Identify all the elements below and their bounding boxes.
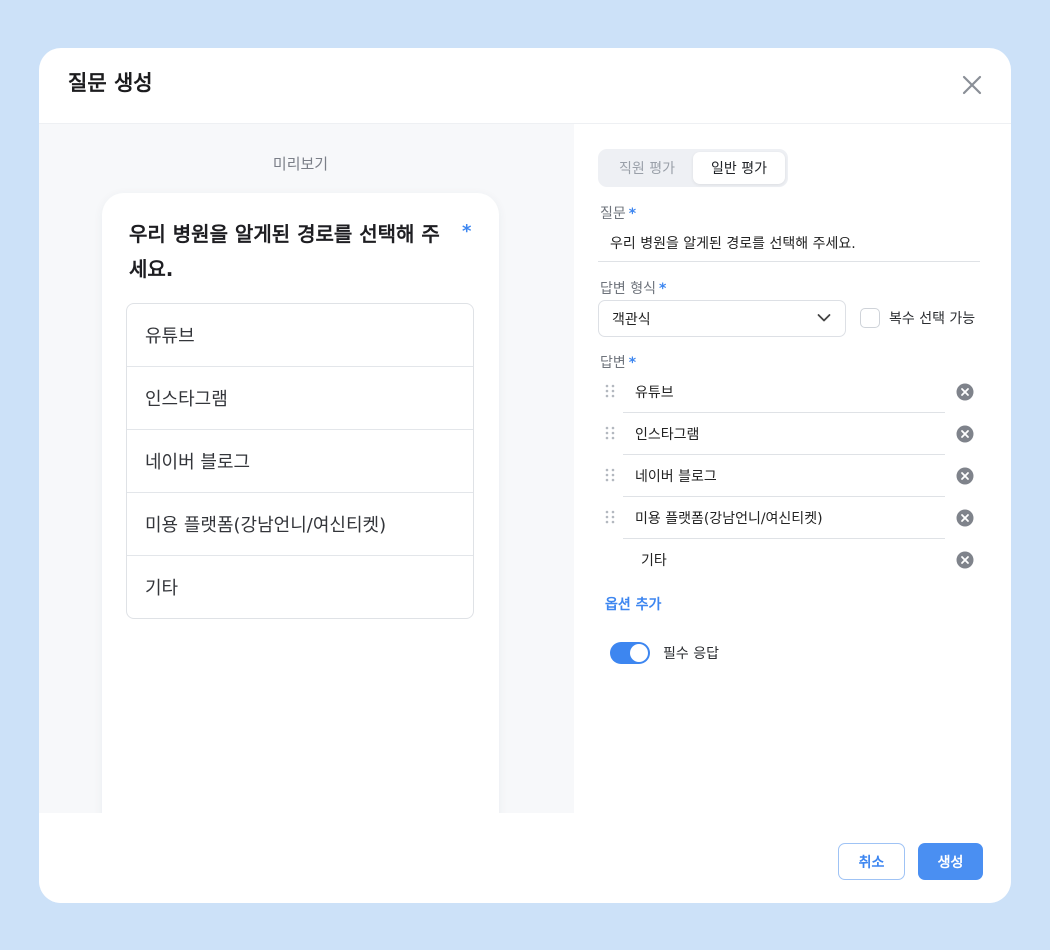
answer-input[interactable] bbox=[623, 455, 945, 497]
preview-card: 우리 병원을 알게된 경로를 선택해 주세요. * 유튜브 인스타그램 네이버 … bbox=[102, 193, 499, 843]
preview-option[interactable]: 유튜브 bbox=[127, 304, 473, 367]
answer-row-other bbox=[604, 539, 980, 581]
preview-option[interactable]: 네이버 블로그 bbox=[127, 430, 473, 493]
answer-input[interactable] bbox=[623, 497, 945, 539]
required-mark: * bbox=[658, 281, 667, 297]
evaluation-tabs: 직원 평가 일반 평가 bbox=[598, 149, 788, 187]
answer-row bbox=[604, 371, 980, 413]
drag-handle-icon[interactable] bbox=[604, 467, 616, 483]
answer-row bbox=[604, 497, 980, 539]
close-button[interactable] bbox=[955, 68, 989, 102]
answer-input-other[interactable] bbox=[629, 539, 951, 581]
toggle-knob bbox=[630, 644, 648, 662]
remove-circle-icon[interactable] bbox=[956, 383, 974, 401]
drag-handle-icon[interactable] bbox=[604, 425, 616, 441]
form-panel: 직원 평가 일반 평가 질문* 답변 형식* 객관식 복수 선택 가능 bbox=[574, 124, 1011, 813]
preview-option[interactable]: 인스타그램 bbox=[127, 367, 473, 430]
required-mark: * bbox=[628, 206, 637, 222]
create-question-modal: 질문 생성 미리보기 우리 병원을 알게된 경로를 선택해 주세요. * 유튜브… bbox=[39, 48, 1011, 903]
required-toggle[interactable]: 필수 응답 bbox=[610, 642, 719, 664]
toggle-switch[interactable] bbox=[610, 642, 650, 664]
answer-input[interactable] bbox=[623, 371, 945, 413]
answer-type-select[interactable]: 객관식 bbox=[598, 300, 846, 337]
modal-header: 질문 생성 bbox=[39, 48, 1011, 124]
chevron-down-icon bbox=[817, 314, 831, 322]
modal-footer: 취소 생성 bbox=[39, 813, 1011, 903]
remove-circle-icon[interactable] bbox=[956, 509, 974, 527]
required-mark: * bbox=[628, 355, 637, 371]
close-icon bbox=[962, 75, 982, 95]
remove-circle-icon[interactable] bbox=[956, 551, 974, 569]
tab-general-evaluation[interactable]: 일반 평가 bbox=[693, 152, 785, 184]
multi-select-checkbox[interactable]: 복수 선택 가능 bbox=[860, 308, 975, 328]
preview-required-mark: * bbox=[462, 221, 472, 242]
answer-input[interactable] bbox=[623, 413, 945, 455]
question-label: 질문 * bbox=[600, 206, 637, 222]
create-button[interactable]: 생성 bbox=[918, 843, 983, 880]
preview-label: 미리보기 bbox=[272, 155, 329, 173]
modal-body: 미리보기 우리 병원을 알게된 경로를 선택해 주세요. * 유튜브 인스타그램… bbox=[39, 124, 1011, 843]
remove-circle-icon[interactable] bbox=[956, 467, 974, 485]
answers-label: 답변 * bbox=[600, 355, 637, 371]
add-option-button[interactable]: 옵션 추가 bbox=[605, 594, 661, 614]
drag-handle-icon[interactable] bbox=[604, 509, 616, 525]
remove-circle-icon[interactable] bbox=[956, 425, 974, 443]
multi-select-label: 복수 선택 가능 bbox=[889, 311, 976, 327]
required-toggle-label: 필수 응답 bbox=[663, 646, 719, 662]
tab-staff-evaluation[interactable]: 직원 평가 bbox=[601, 152, 693, 184]
checkbox-box[interactable] bbox=[860, 308, 880, 328]
cancel-button[interactable]: 취소 bbox=[838, 843, 905, 880]
answer-row bbox=[604, 413, 980, 455]
question-input[interactable] bbox=[598, 224, 980, 262]
answer-type-label: 답변 형식 * bbox=[600, 281, 667, 297]
preview-option[interactable]: 미용 플랫폼(강남언니/여신티켓) bbox=[127, 493, 473, 556]
preview-options: 유튜브 인스타그램 네이버 블로그 미용 플랫폼(강남언니/여신티켓) 기타 bbox=[126, 303, 474, 619]
preview-question: 우리 병원을 알게된 경로를 선택해 주세요. bbox=[129, 222, 440, 281]
preview-option[interactable]: 기타 bbox=[127, 556, 473, 618]
preview-panel: 미리보기 우리 병원을 알게된 경로를 선택해 주세요. * 유튜브 인스타그램… bbox=[39, 124, 574, 843]
modal-title: 질문 생성 bbox=[68, 71, 153, 95]
answer-row bbox=[604, 455, 980, 497]
answer-type-value: 객관식 bbox=[612, 311, 651, 328]
drag-handle-icon[interactable] bbox=[604, 383, 616, 399]
